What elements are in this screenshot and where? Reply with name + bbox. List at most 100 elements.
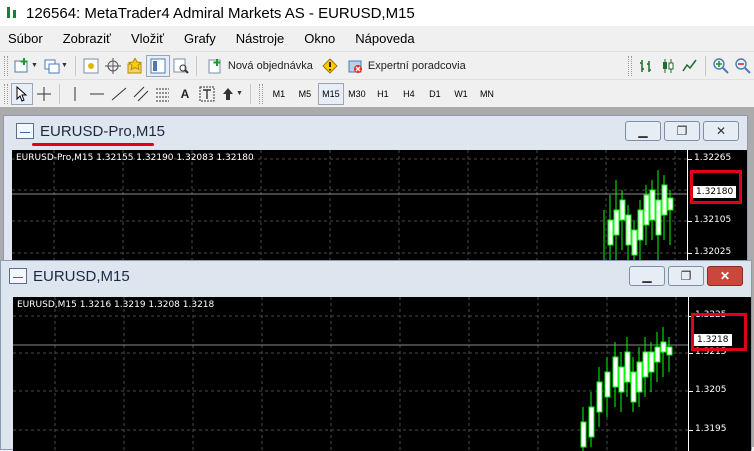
timeframe-m1[interactable]: M1 bbox=[266, 83, 292, 105]
timeframe-w1[interactable]: W1 bbox=[448, 83, 474, 105]
menu-tools[interactable]: Nástroje bbox=[226, 31, 294, 46]
zoom-in-button[interactable] bbox=[710, 55, 732, 77]
bar-chart-icon bbox=[640, 59, 651, 72]
candle-body bbox=[612, 356, 619, 388]
text-button[interactable]: A bbox=[174, 83, 196, 105]
maximize-button[interactable]: ❐ bbox=[668, 266, 704, 286]
restore-icon: ❐ bbox=[680, 269, 692, 283]
candle-body bbox=[631, 229, 638, 256]
crosshair-icon bbox=[37, 86, 51, 101]
chevron-down-icon[interactable]: ▼ bbox=[31, 62, 38, 69]
line-chart-button[interactable] bbox=[679, 55, 701, 77]
menu-charts[interactable]: Grafy bbox=[174, 31, 226, 46]
timeframe-h1[interactable]: H1 bbox=[370, 83, 396, 105]
text-label-icon bbox=[199, 86, 215, 101]
timeframe-m15[interactable]: M15 bbox=[317, 82, 344, 105]
expert-advisors-label: Expertní poradcovia bbox=[367, 59, 466, 72]
title-bar: 126564: MetaTrader4 Admiral Markets AS -… bbox=[0, 0, 754, 26]
timeframe-mn[interactable]: MN bbox=[474, 83, 500, 105]
profiles-button[interactable]: ▼ bbox=[41, 55, 71, 77]
candlesticks bbox=[13, 327, 688, 451]
vertical-line-icon bbox=[74, 86, 76, 101]
menu-insert[interactable]: Vložiť bbox=[121, 31, 174, 46]
toolbar-grip[interactable] bbox=[4, 83, 8, 104]
zoom-out-button[interactable] bbox=[732, 55, 754, 77]
text-a-icon: A bbox=[180, 86, 190, 101]
minimize-button[interactable]: ▁ bbox=[629, 266, 665, 286]
candle-body bbox=[625, 214, 632, 246]
toolbar-grip[interactable] bbox=[628, 55, 632, 76]
price-tick-label: 1.3205 bbox=[695, 385, 727, 395]
new-chart-button[interactable]: ▼ bbox=[11, 55, 41, 77]
price-tick-mark bbox=[689, 353, 693, 354]
candlestick-button[interactable] bbox=[657, 55, 679, 77]
maximize-button[interactable]: ❐ bbox=[664, 121, 700, 141]
price-tick-label: 1.3195 bbox=[695, 424, 727, 434]
candle-body bbox=[666, 346, 673, 356]
candle-body bbox=[588, 406, 595, 438]
timeframe-d1[interactable]: D1 bbox=[422, 83, 448, 105]
close-button[interactable]: ✕ bbox=[703, 121, 739, 141]
toolbar-grip[interactable] bbox=[258, 83, 263, 104]
magnifier-document-icon bbox=[173, 58, 189, 74]
favorites-button[interactable] bbox=[124, 55, 146, 77]
chevron-down-icon[interactable]: ▼ bbox=[236, 90, 243, 97]
price-tick-mark bbox=[688, 253, 692, 254]
chevron-down-icon[interactable]: ▼ bbox=[61, 62, 68, 69]
minimize-icon: ▁ bbox=[638, 124, 648, 138]
app-icon bbox=[4, 5, 20, 21]
candle-body bbox=[661, 184, 668, 216]
price-tick-mark bbox=[689, 391, 693, 392]
vertical-line-button[interactable] bbox=[64, 83, 86, 105]
minimize-icon: ▁ bbox=[642, 269, 652, 283]
text-label-button[interactable] bbox=[196, 83, 218, 105]
minimize-button[interactable]: ▁ bbox=[625, 121, 661, 141]
equidistant-channel-button[interactable] bbox=[130, 83, 152, 105]
horizontal-line-button[interactable] bbox=[86, 83, 108, 105]
arrow-up-icon bbox=[223, 87, 233, 100]
fibonacci-button[interactable] bbox=[152, 83, 174, 105]
new-order-button[interactable]: Nová objednávka bbox=[201, 55, 319, 77]
close-button[interactable]: ✕ bbox=[707, 266, 743, 286]
terminal-icon bbox=[150, 58, 166, 73]
terminal-button[interactable] bbox=[145, 54, 170, 77]
arrows-button[interactable]: ▼ bbox=[218, 83, 246, 105]
cursor-button[interactable] bbox=[11, 82, 33, 105]
candle-body bbox=[580, 421, 587, 448]
expert-advisors-button[interactable]: Expertní poradcovia bbox=[341, 55, 472, 77]
candle-body bbox=[607, 219, 614, 246]
chart-info-line: EURUSD,M15 1.3216 1.3219 1.3208 1.3218 bbox=[17, 300, 215, 310]
bar-chart-button[interactable] bbox=[635, 55, 657, 77]
metaeditor-button[interactable] bbox=[319, 55, 341, 77]
navigator-button[interactable] bbox=[102, 55, 124, 77]
toolbar-separator bbox=[59, 83, 60, 104]
strategy-tester-button[interactable] bbox=[170, 55, 192, 77]
title-underline-highlight bbox=[32, 143, 154, 146]
candle-body bbox=[654, 346, 661, 363]
price-highlight-box bbox=[690, 170, 742, 204]
trendline-button[interactable] bbox=[108, 83, 130, 105]
toolbar-grip[interactable] bbox=[4, 55, 8, 76]
menu-help[interactable]: Nápoveda bbox=[345, 31, 424, 46]
timeframe-h4[interactable]: H4 bbox=[396, 83, 422, 105]
menu-view[interactable]: Zobraziť bbox=[53, 31, 121, 46]
menu-bar: Súbor Zobraziť Vložiť Grafy Nástroje Okn… bbox=[0, 26, 754, 50]
market-watch-button[interactable] bbox=[80, 55, 102, 77]
menu-file[interactable]: Súbor bbox=[0, 31, 53, 46]
price-tick-label: 1.32105 bbox=[694, 215, 732, 225]
crosshair-target-icon bbox=[104, 57, 121, 74]
timeframe-m30[interactable]: M30 bbox=[344, 83, 370, 105]
chart-window-eurusd[interactable]: EURUSD,M15 ▁ ❐ ✕ EURUSD,M15 1.3216 1.321… bbox=[0, 260, 752, 451]
horizontal-line-icon bbox=[90, 93, 104, 94]
timeframe-m5[interactable]: M5 bbox=[292, 83, 318, 105]
menu-window[interactable]: Okno bbox=[294, 31, 345, 46]
crosshair-button[interactable] bbox=[33, 83, 55, 105]
candle-body bbox=[619, 199, 626, 221]
candle-body bbox=[667, 197, 674, 211]
close-icon: ✕ bbox=[719, 269, 731, 283]
candle-body bbox=[613, 209, 620, 236]
star-folder-icon bbox=[127, 57, 142, 73]
price-chart[interactable]: EURUSD,M15 1.3216 1.3219 1.3208 1.3218 bbox=[13, 297, 688, 451]
candle-body bbox=[630, 371, 637, 403]
price-tick-mark bbox=[688, 221, 692, 222]
